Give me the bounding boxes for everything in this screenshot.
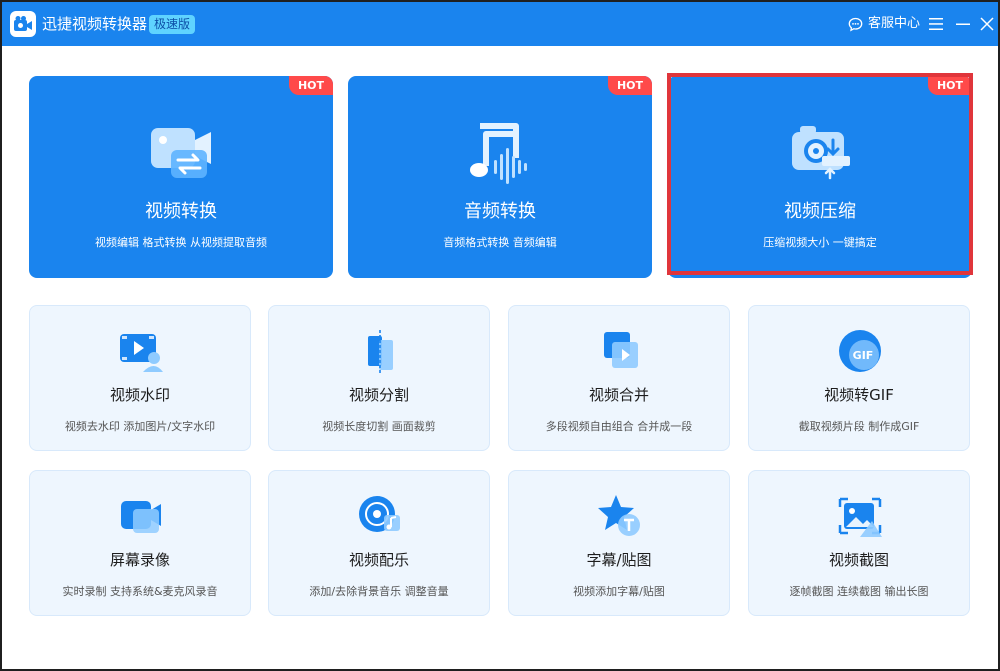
card-title: 音频转换 — [464, 201, 536, 222]
tool-background-music[interactable]: 视频配乐 添加/去除背景音乐 调整音量 — [268, 470, 490, 616]
hot-badge: HOT — [608, 76, 652, 95]
tool-title: 视频水印 — [109, 386, 170, 404]
background-music-icon — [359, 496, 400, 532]
edition-badge: 极速版 — [149, 15, 196, 34]
tool-title: 视频配乐 — [348, 551, 409, 569]
tool-description: 实时录制 支持系统&麦克风录音 — [62, 585, 218, 598]
tool-subtitle-sticker[interactable]: 字幕/贴图 视频添加字幕/贴图 — [508, 470, 730, 616]
tool-video-watermark[interactable]: 视频水印 视频去水印 添加图片/文字水印 — [29, 305, 251, 451]
tool-screen-record[interactable]: 屏幕录像 实时录制 支持系统&麦克风录音 — [29, 470, 251, 616]
video-watermark-icon — [120, 334, 163, 372]
tool-video-to-gif[interactable]: GIF 视频转GIF 截取视频片段 制作成GIF — [748, 305, 970, 451]
tool-description: 逐帧截图 连续截图 输出长图 — [789, 585, 929, 598]
tool-description: 视频长度切割 画面裁剪 — [322, 420, 436, 433]
tool-video-split[interactable]: 视频分割 视频长度切割 画面裁剪 — [268, 305, 490, 451]
customer-service-button[interactable]: 客服中心 — [848, 16, 920, 32]
minimize-icon — [956, 23, 970, 25]
video-split-icon — [368, 330, 393, 374]
tool-screenshot[interactable]: 视频截图 逐帧截图 连续截图 输出长图 — [748, 470, 970, 616]
hot-badge: HOT — [289, 76, 333, 95]
chat-bubble-icon — [848, 17, 863, 32]
tool-title: 字幕/贴图 — [586, 551, 652, 569]
tool-video-merge[interactable]: 视频合并 多段视频自由组合 合并成一段 — [508, 305, 730, 451]
screen-record-icon — [121, 501, 161, 533]
video-convert-icon — [151, 128, 211, 178]
screenshot-icon — [838, 497, 882, 537]
customer-service-label: 客服中心 — [868, 16, 921, 31]
app-window: 迅捷视频转换器 极速版 客服中心 HOT 视频转换 视频编辑 格式转换 从视频提… — [2, 2, 998, 669]
video-compress-icon — [792, 126, 850, 180]
hamburger-menu-icon — [929, 18, 943, 30]
tool-title: 视频合并 — [588, 386, 649, 404]
card-description: 视频编辑 格式转换 从视频提取音频 — [95, 236, 267, 249]
tool-description: 截取视频片段 制作成GIF — [798, 420, 920, 433]
video-merge-icon — [604, 332, 638, 368]
audio-convert-icon — [470, 123, 527, 184]
card-title: 视频压缩 — [784, 201, 856, 222]
tool-title: 视频转GIF — [824, 386, 894, 404]
svg-text:GIF: GIF — [853, 349, 874, 362]
tool-description: 多段视频自由组合 合并成一段 — [545, 420, 693, 433]
card-description: 压缩视频大小 一键搞定 — [763, 236, 877, 249]
tool-title: 视频截图 — [828, 551, 889, 569]
tool-description: 视频去水印 添加图片/文字水印 — [64, 420, 216, 433]
menu-button[interactable] — [926, 14, 946, 34]
subtitle-sticker-icon — [598, 495, 640, 536]
video-convert-card[interactable]: HOT 视频转换 视频编辑 格式转换 从视频提取音频 — [29, 76, 333, 278]
gif-icon: GIF — [839, 330, 881, 372]
tool-title: 视频分割 — [348, 386, 409, 404]
title-bar: 迅捷视频转换器 极速版 客服中心 — [2, 2, 998, 46]
close-button[interactable] — [977, 14, 997, 34]
app-logo-icon — [10, 11, 36, 37]
tool-description: 视频添加字幕/贴图 — [573, 585, 665, 598]
app-title: 迅捷视频转换器 — [42, 15, 148, 33]
hot-badge: HOT — [928, 76, 972, 95]
card-title: 视频转换 — [145, 201, 217, 222]
tool-description: 添加/去除背景音乐 调整音量 — [309, 585, 449, 598]
close-icon — [980, 17, 994, 31]
audio-convert-card[interactable]: HOT 音频转换 音频格式转换 音频编辑 — [348, 76, 652, 278]
card-description: 音频格式转换 音频编辑 — [443, 236, 557, 249]
video-compress-card[interactable]: HOT 视频压缩 压缩视频大小 一键搞定 — [668, 76, 972, 278]
tool-title: 屏幕录像 — [109, 551, 170, 569]
minimize-button[interactable] — [953, 14, 973, 34]
